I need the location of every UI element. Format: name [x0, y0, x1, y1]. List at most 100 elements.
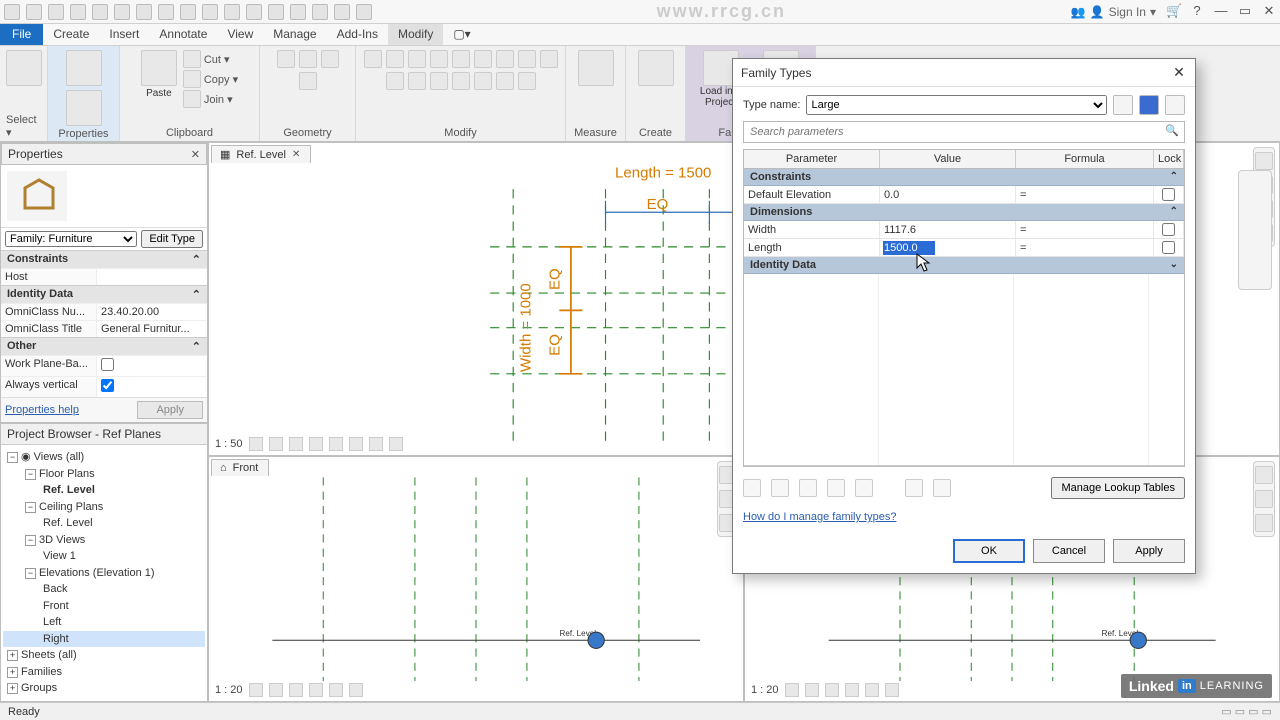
type-props-icon[interactable]: [66, 90, 102, 126]
geom-3-icon[interactable]: [321, 50, 339, 68]
vc2-6-icon[interactable]: [349, 683, 363, 697]
tab-context-icon[interactable]: ▢▾: [443, 24, 480, 45]
p-width-lock[interactable]: [1162, 223, 1175, 236]
vc-7-icon[interactable]: [369, 437, 383, 451]
exp-icon[interactable]: −: [25, 568, 36, 579]
vc-2-icon[interactable]: [269, 437, 283, 451]
minimize-icon[interactable]: —: [1214, 5, 1228, 19]
pgrp-identity[interactable]: Identity Data⌄: [744, 257, 1184, 274]
geom-2-icon[interactable]: [299, 50, 317, 68]
node-front[interactable]: Front: [3, 598, 205, 615]
properties-icon[interactable]: [66, 50, 102, 86]
mod-12-icon[interactable]: [430, 72, 448, 90]
col-param[interactable]: Parameter: [744, 150, 880, 168]
close-icon[interactable]: ✕: [1262, 5, 1276, 19]
print-icon[interactable]: [136, 4, 152, 20]
vc-1-icon[interactable]: [249, 437, 263, 451]
view-cube-panel[interactable]: [1238, 170, 1272, 290]
sign-in-button[interactable]: 👥 👤 Sign In ▾: [1071, 5, 1156, 19]
switch-icon[interactable]: [334, 4, 350, 20]
dialog-close-icon[interactable]: ✕: [1171, 65, 1187, 81]
p-defelev-f[interactable]: =: [1016, 186, 1154, 203]
p-defelev-lock[interactable]: [1162, 188, 1175, 201]
help-icon[interactable]: ?: [1190, 5, 1204, 19]
node-floor-plans[interactable]: Floor Plans: [39, 468, 95, 480]
qat-drop-icon[interactable]: [356, 4, 372, 20]
mod-6-icon[interactable]: [474, 50, 492, 68]
ok-button[interactable]: OK: [953, 539, 1025, 563]
mod-1-icon[interactable]: [364, 50, 382, 68]
revit-icon[interactable]: [4, 4, 20, 20]
open-icon[interactable]: [26, 4, 42, 20]
view-front[interactable]: ⌂Front Ref. Level 1 : 20: [208, 456, 744, 702]
undo-icon[interactable]: [92, 4, 108, 20]
node-view1[interactable]: View 1: [3, 548, 205, 565]
paste-icon[interactable]: [141, 50, 177, 86]
properties-apply-button[interactable]: Apply: [137, 401, 203, 419]
sync-icon[interactable]: [70, 4, 86, 20]
thin-icon[interactable]: [290, 4, 306, 20]
add-param-icon[interactable]: [771, 479, 789, 497]
redo-icon[interactable]: [114, 4, 130, 20]
p-length-v-cell[interactable]: [880, 239, 1016, 256]
vc3-6-icon[interactable]: [885, 683, 899, 697]
delete-type-icon[interactable]: [1165, 95, 1185, 115]
copy-button[interactable]: Copy ▾: [183, 70, 238, 88]
vc2-1-icon[interactable]: [249, 683, 263, 697]
zoom-icon[interactable]: [1255, 490, 1273, 508]
mod-15-icon[interactable]: [496, 72, 514, 90]
mod-2-icon[interactable]: [386, 50, 404, 68]
delete-param-icon[interactable]: [799, 479, 817, 497]
mod-3-icon[interactable]: [408, 50, 426, 68]
save-icon[interactable]: [48, 4, 64, 20]
type-name-select[interactable]: Large: [806, 95, 1107, 115]
create-big-icon[interactable]: [638, 50, 674, 86]
geom-4-icon[interactable]: [299, 72, 317, 90]
mod-10-icon[interactable]: [386, 72, 404, 90]
p-length-lock[interactable]: [1162, 241, 1175, 254]
vc3-2-icon[interactable]: [805, 683, 819, 697]
exp-icon[interactable]: −: [25, 535, 36, 546]
vc-5-icon[interactable]: [329, 437, 343, 451]
p-length-f[interactable]: =: [1016, 239, 1154, 256]
collapse-icon[interactable]: ⌃: [1170, 206, 1178, 218]
scale-label-2[interactable]: 1 : 20: [215, 684, 243, 696]
tab-create[interactable]: Create: [43, 24, 99, 45]
p-length-input[interactable]: [884, 242, 934, 254]
properties-close-icon[interactable]: ✕: [191, 148, 200, 161]
row-omnititle-v[interactable]: General Furnitur...: [97, 321, 207, 337]
edit-type-button[interactable]: Edit Type: [141, 230, 203, 248]
vc3-3-icon[interactable]: [825, 683, 839, 697]
col-formula[interactable]: Formula: [1016, 150, 1154, 168]
measure-icon[interactable]: [158, 4, 174, 20]
mod-5-icon[interactable]: [452, 50, 470, 68]
node-3d-views[interactable]: 3D Views: [39, 534, 85, 546]
col-lock[interactable]: Lock: [1154, 150, 1184, 168]
node-sheets[interactable]: Sheets (all): [21, 649, 77, 661]
vc3-5-icon[interactable]: [865, 683, 879, 697]
mod-16-icon[interactable]: [518, 72, 536, 90]
node-views[interactable]: Views (all): [34, 451, 85, 463]
browser-tree[interactable]: −◉ Views (all) −Floor Plans Ref. Level −…: [1, 445, 207, 701]
tab-addins[interactable]: Add-Ins: [327, 24, 388, 45]
node-ceiling-plans[interactable]: Ceiling Plans: [39, 501, 103, 513]
home-icon[interactable]: [1255, 466, 1273, 484]
moveup-param-icon[interactable]: [855, 479, 873, 497]
join-button[interactable]: Join ▾: [183, 90, 233, 108]
tab-file[interactable]: File: [0, 24, 43, 45]
scale-label-3[interactable]: 1 : 20: [751, 684, 779, 696]
home-icon[interactable]: [1255, 152, 1273, 170]
modify-param-icon[interactable]: [827, 479, 845, 497]
row-host-v[interactable]: [97, 269, 207, 285]
family-type-select[interactable]: Family: Furniture: [5, 231, 137, 247]
tab-modify[interactable]: Modify: [388, 24, 443, 45]
rename-type-icon[interactable]: [1139, 95, 1159, 115]
pan-icon[interactable]: [1255, 514, 1273, 532]
exp-icon[interactable]: −: [25, 469, 36, 480]
lookup-tables-button[interactable]: Manage Lookup Tables: [1051, 477, 1185, 499]
vc2-3-icon[interactable]: [289, 683, 303, 697]
node-groups[interactable]: Groups: [21, 682, 57, 694]
tab-insert[interactable]: Insert: [99, 24, 149, 45]
grp-identity[interactable]: Identity Data⌃: [1, 285, 207, 303]
dialog-title-bar[interactable]: Family Types ✕: [733, 59, 1195, 87]
